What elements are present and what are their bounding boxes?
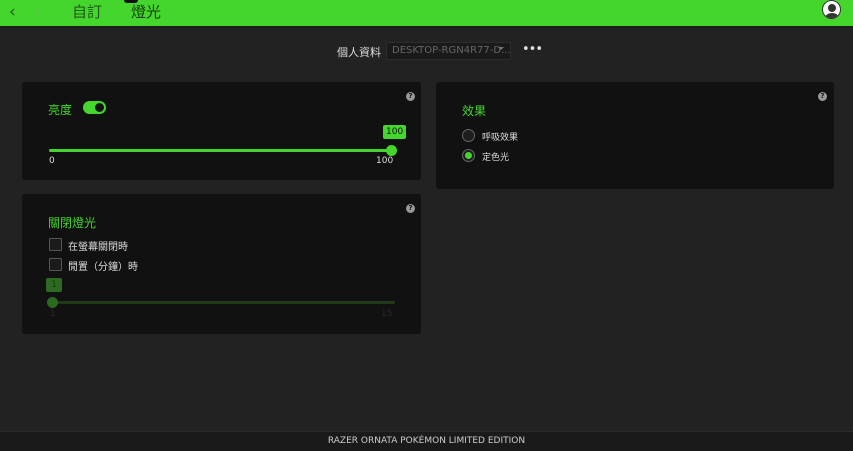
- effects-title: 效果: [462, 104, 487, 118]
- brightness-title: 亮度: [48, 103, 73, 117]
- more-options-button[interactable]: •••: [522, 42, 543, 57]
- static-label: 定色光: [482, 153, 510, 163]
- help-icon[interactable]: ?: [406, 92, 415, 101]
- chevron-down-icon: [498, 47, 504, 53]
- help-icon[interactable]: ?: [406, 204, 415, 213]
- brightness-toggle[interactable]: [83, 101, 106, 114]
- lights-off-title: 關閉燈光: [48, 216, 97, 230]
- tab-lighting[interactable]: 燈光: [131, 1, 161, 22]
- tab-customize[interactable]: 自訂: [72, 1, 102, 22]
- idle-max: 15: [381, 309, 393, 319]
- top-bar: ‹ › 自訂 燈光: [0, 0, 853, 28]
- profile-value: DESKTOP-RGN4R77-D...: [392, 45, 511, 56]
- brightness-value-bubble: 100: [383, 125, 407, 139]
- idle-checkbox[interactable]: [49, 258, 62, 271]
- avatar[interactable]: [822, 0, 841, 19]
- breathing-label: 呼吸效果: [482, 133, 519, 143]
- breathing-radio[interactable]: [462, 129, 475, 142]
- help-icon[interactable]: ?: [818, 92, 827, 101]
- profile-select[interactable]: DESKTOP-RGN4R77-D...: [386, 42, 511, 60]
- brightness-panel: ?: [22, 82, 421, 180]
- brightness-slider-track[interactable]: [49, 149, 391, 152]
- screen-off-label: 在螢幕關閉時: [68, 242, 128, 253]
- brightness-slider-thumb[interactable]: [386, 145, 397, 156]
- back-icon[interactable]: ‹: [9, 2, 16, 22]
- idle-min: 1: [50, 309, 56, 319]
- brightness-max: 100: [376, 156, 394, 166]
- static-radio[interactable]: [462, 149, 475, 162]
- idle-value-bubble: 1: [46, 278, 62, 292]
- screen-off-checkbox[interactable]: [49, 238, 62, 251]
- idle-label: 閒置（分鐘）時: [68, 262, 138, 273]
- brightness-min: 0: [49, 156, 55, 166]
- idle-slider-thumb[interactable]: [47, 297, 58, 308]
- device-footer: RAZER ORNATA POKÉMON LIMITED EDITION: [0, 431, 853, 451]
- forward-icon[interactable]: ›: [34, 2, 41, 22]
- profile-label: 個人資料: [337, 46, 381, 59]
- idle-slider-track[interactable]: [50, 301, 395, 304]
